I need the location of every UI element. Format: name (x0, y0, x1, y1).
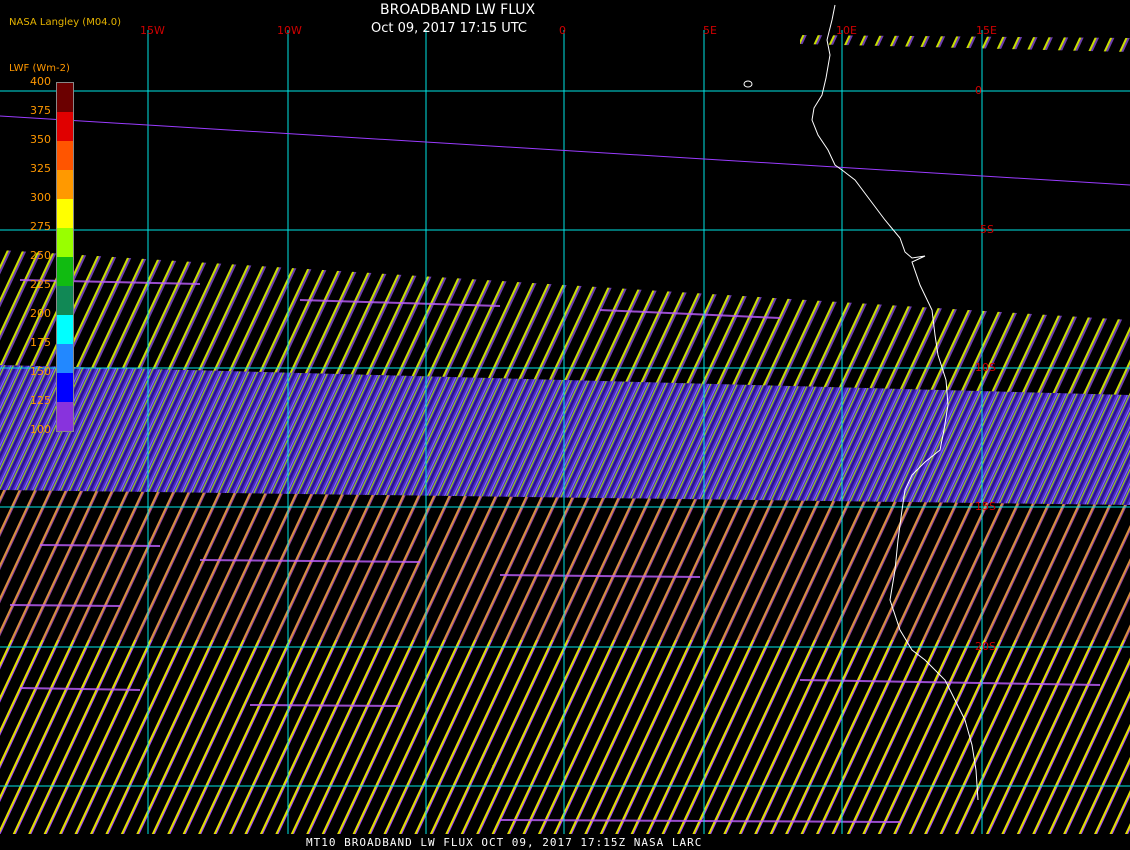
colorbar-segment (57, 170, 73, 199)
lon-label-15e: 15E (976, 24, 997, 37)
orbit-track (0, 115, 1130, 186)
footer-caption: MT10 BROADBAND LW FLUX OCT 09, 2017 17:1… (306, 836, 703, 849)
map-title: BROADBAND LW FLUX (380, 2, 536, 18)
colorbar-tick-label: 375 (30, 104, 51, 117)
colorbar-tick-label: 325 (30, 162, 51, 175)
credit-label: NASA Langley (M04.0) (9, 17, 121, 28)
colorbar-segment (57, 344, 73, 373)
lon-label-15w: 15W (140, 24, 165, 37)
colorbar-tick-label: 225 (30, 278, 51, 291)
colorbar (56, 82, 74, 432)
colorbar-tick-label: 150 (30, 365, 51, 378)
colorbar-tick-label: 250 (30, 249, 51, 262)
colorbar-tick-label: 100 (30, 423, 51, 436)
colorbar-segment (57, 199, 73, 228)
colorbar-segment (57, 257, 73, 286)
lon-label-10w: 10W (277, 24, 302, 37)
lon-label-10e: 10E (836, 24, 857, 37)
colorbar-tick-label: 200 (30, 307, 51, 320)
colorbar-segment (57, 286, 73, 315)
lat-label-20s: 20S (975, 640, 996, 653)
lon-label-0: 0 (559, 24, 566, 37)
lat-label-5s: 5S (980, 223, 994, 236)
colorbar-segment (57, 83, 73, 112)
colorbar-segment (57, 402, 73, 431)
colorbar-tick-label: 125 (30, 394, 51, 407)
colorbar-title: LWF (Wm-2) (9, 63, 70, 74)
lon-label-5e: 5E (703, 24, 717, 37)
map-timestamp: Oct 09, 2017 17:15 UTC (371, 21, 527, 36)
swath-lower-yellow (0, 640, 1130, 835)
lat-label-10s: 10S (975, 361, 996, 374)
island (743, 80, 753, 88)
swath-lower-orange (0, 490, 1130, 640)
map-canvas (0, 4, 1130, 850)
swath-top-right (800, 35, 1130, 52)
lat-label-0: 0 (975, 84, 982, 97)
colorbar-tick-label: 400 (30, 75, 51, 88)
colorbar-segment (57, 373, 73, 402)
colorbar-tick-label: 300 (30, 191, 51, 204)
colorbar-segment (57, 141, 73, 170)
colorbar-tick-label: 175 (30, 336, 51, 349)
colorbar-tick-label: 350 (30, 133, 51, 146)
lat-label-15s: 15S (975, 500, 996, 513)
colorbar-segment (57, 228, 73, 257)
colorbar-segment (57, 315, 73, 344)
colorbar-tick-label: 275 (30, 220, 51, 233)
colorbar-segment (57, 112, 73, 141)
